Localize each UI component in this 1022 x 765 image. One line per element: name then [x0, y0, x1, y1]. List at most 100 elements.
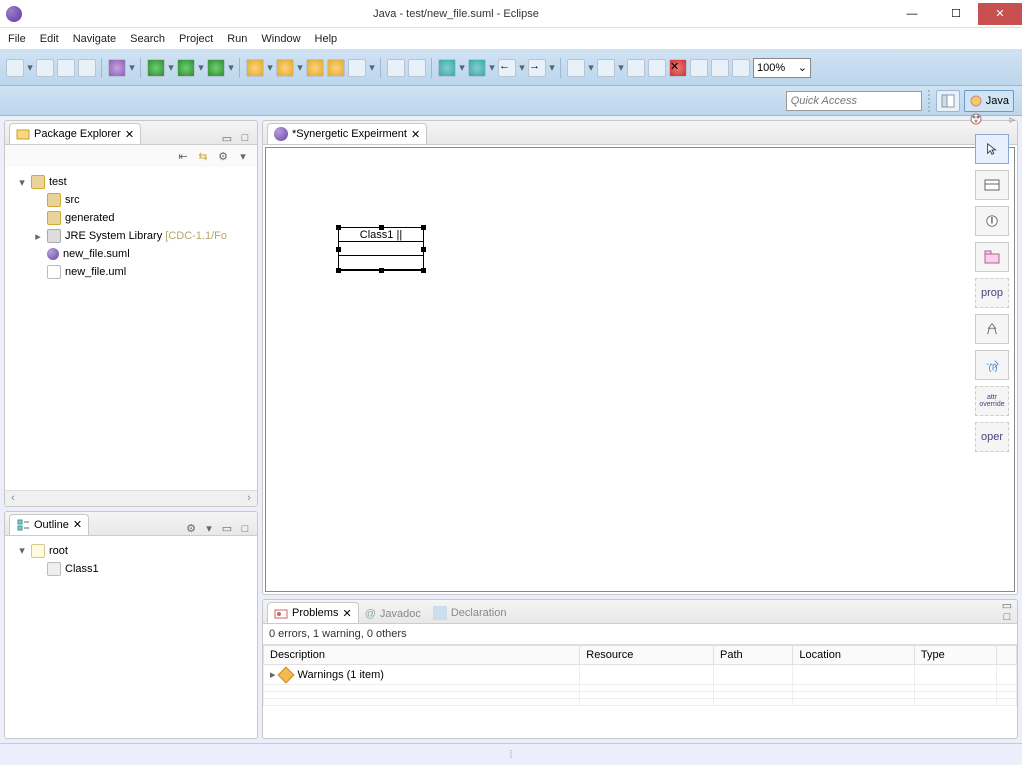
new-class-icon[interactable] — [276, 59, 294, 77]
problems-table[interactable]: DescriptionResourcePathLocationType ▸War… — [263, 644, 1017, 738]
close-icon[interactable]: ✕ — [342, 607, 351, 620]
diagram-canvas[interactable]: Class1 || — [265, 147, 1015, 592]
view-menu-icon[interactable]: ▾ — [237, 150, 249, 162]
save-all-icon[interactable] — [57, 59, 75, 77]
outline-tree[interactable]: ▾rootClass1 — [5, 536, 257, 584]
dropdown[interactable]: ▾ — [267, 59, 273, 77]
editor-tab[interactable]: *Synergetic Expeirment ✕ — [267, 123, 427, 144]
run-last-dropdown[interactable]: ▾ — [228, 59, 234, 77]
column-header[interactable]: Resource — [580, 646, 714, 665]
zoom-select[interactable]: 100%⌄ — [753, 58, 811, 78]
resize-handle[interactable] — [421, 247, 426, 252]
menu-run[interactable]: Run — [227, 33, 247, 45]
menu-file[interactable]: File — [8, 33, 26, 45]
expand-icon[interactable]: ▾ — [17, 176, 27, 189]
link-editor-icon[interactable]: ⇆ — [197, 150, 209, 162]
resize-handle[interactable] — [379, 268, 384, 273]
package-explorer-tree[interactable]: ▾testsrcgenerated▸JRE System Library [CD… — [5, 167, 257, 287]
outline-settings-icon[interactable]: ⚙ — [185, 523, 197, 535]
dropdown[interactable]: ▾ — [297, 59, 303, 77]
menu-project[interactable]: Project — [179, 33, 213, 45]
horizontal-scrollbar[interactable]: ‹ › — [5, 490, 257, 506]
expand-icon[interactable]: ▸ — [33, 230, 43, 243]
dropdown[interactable]: ▾ — [618, 59, 624, 77]
menu-window[interactable]: Window — [261, 33, 300, 45]
scroll-right-icon[interactable]: › — [241, 492, 257, 504]
toggle-icon[interactable] — [387, 59, 405, 77]
undo-icon[interactable] — [627, 59, 645, 77]
tree-item[interactable]: generated — [9, 209, 253, 227]
run-icon[interactable] — [177, 59, 195, 77]
redo-icon[interactable] — [648, 59, 666, 77]
tree-item[interactable]: new_file.suml — [9, 245, 253, 263]
resize-handle[interactable] — [336, 225, 341, 230]
tab-problems[interactable]: Problems ✕ — [267, 602, 359, 623]
resize-handle[interactable] — [336, 268, 341, 273]
zoom-icon[interactable] — [732, 59, 750, 77]
dropdown[interactable]: ▾ — [489, 59, 495, 77]
maximize-view-icon[interactable]: □ — [1001, 611, 1013, 623]
search-icon[interactable] — [348, 59, 366, 77]
resize-handle[interactable] — [421, 268, 426, 273]
collapse-all-icon[interactable]: ⇤ — [177, 150, 189, 162]
open-perspective-button[interactable] — [936, 90, 960, 112]
new-package-icon[interactable] — [246, 59, 264, 77]
palette-interface-tool[interactable]: I — [975, 206, 1009, 236]
palette-realization-tool[interactable]: (I) — [975, 350, 1009, 380]
run-dropdown[interactable]: ▾ — [198, 59, 204, 77]
tree-item[interactable]: ▾test — [9, 173, 253, 191]
palette-attr-override-tool[interactable]: attr override — [975, 386, 1009, 416]
new-icon[interactable] — [6, 59, 24, 77]
minimize-view-icon[interactable]: ▭ — [1001, 599, 1013, 611]
nav1-icon[interactable] — [438, 59, 456, 77]
bug-dropdown[interactable]: ▾ — [168, 59, 174, 77]
debug-dropdown[interactable]: ▾ — [129, 59, 135, 77]
palette-property-tool[interactable]: prop — [975, 278, 1009, 308]
view-menu-icon[interactable]: ▾ — [203, 523, 215, 535]
uml-class-name-section[interactable]: Class1 || — [339, 228, 423, 242]
forward-icon[interactable]: → — [528, 59, 546, 77]
menu-edit[interactable]: Edit — [40, 33, 59, 45]
dropdown[interactable]: ▾ — [519, 59, 525, 77]
perspective-java[interactable]: Java — [964, 90, 1014, 112]
tree-item[interactable]: ▾root — [9, 542, 253, 560]
fit-icon[interactable] — [711, 59, 729, 77]
palette-generalization-tool[interactable] — [975, 314, 1009, 344]
open-type-icon[interactable] — [306, 59, 324, 77]
package-explorer-tab[interactable]: Package Explorer ✕ — [9, 123, 141, 144]
resize-handle[interactable] — [379, 225, 384, 230]
close-button[interactable]: ✕ — [978, 3, 1022, 25]
close-icon[interactable]: ✕ — [125, 128, 134, 141]
back-icon[interactable]: ← — [498, 59, 516, 77]
column-header[interactable]: Location — [793, 646, 915, 665]
menu-help[interactable]: Help — [315, 33, 338, 45]
expand-icon[interactable]: ▾ — [17, 544, 27, 557]
minimize-view-icon[interactable]: ▭ — [221, 523, 233, 535]
tree-item[interactable]: new_file.uml — [9, 263, 253, 281]
grid-icon[interactable] — [690, 59, 708, 77]
align-icon[interactable] — [597, 59, 615, 77]
scroll-left-icon[interactable]: ‹ — [5, 492, 21, 504]
dropdown[interactable]: ▾ — [588, 59, 594, 77]
palette-operation-tool[interactable]: oper — [975, 422, 1009, 452]
resize-handle[interactable] — [421, 225, 426, 230]
tab-javadoc[interactable]: @Javadoc — [359, 605, 427, 623]
save-icon[interactable] — [36, 59, 54, 77]
maximize-view-icon[interactable]: □ — [239, 523, 251, 535]
column-header[interactable]: Description — [264, 646, 580, 665]
outline-tab[interactable]: Outline ✕ — [9, 514, 89, 535]
palette-expand-icon[interactable]: ▹ — [1009, 113, 1015, 126]
close-icon[interactable]: ✕ — [73, 518, 82, 531]
maximize-button[interactable]: ☐ — [934, 3, 978, 25]
palette-package-tool[interactable] — [975, 242, 1009, 272]
print-icon[interactable] — [78, 59, 96, 77]
palette-class-tool[interactable] — [975, 170, 1009, 200]
new-dropdown[interactable]: ▾ — [27, 59, 33, 77]
dropdown[interactable]: ▾ — [459, 59, 465, 77]
tree-item[interactable]: src — [9, 191, 253, 209]
table-row[interactable]: ▸Warnings (1 item) — [264, 665, 1017, 685]
column-header[interactable]: Path — [714, 646, 793, 665]
bug-icon[interactable] — [147, 59, 165, 77]
uml-class-element[interactable]: Class1 || — [338, 227, 424, 271]
uml-class-attrs-section[interactable] — [339, 242, 423, 256]
